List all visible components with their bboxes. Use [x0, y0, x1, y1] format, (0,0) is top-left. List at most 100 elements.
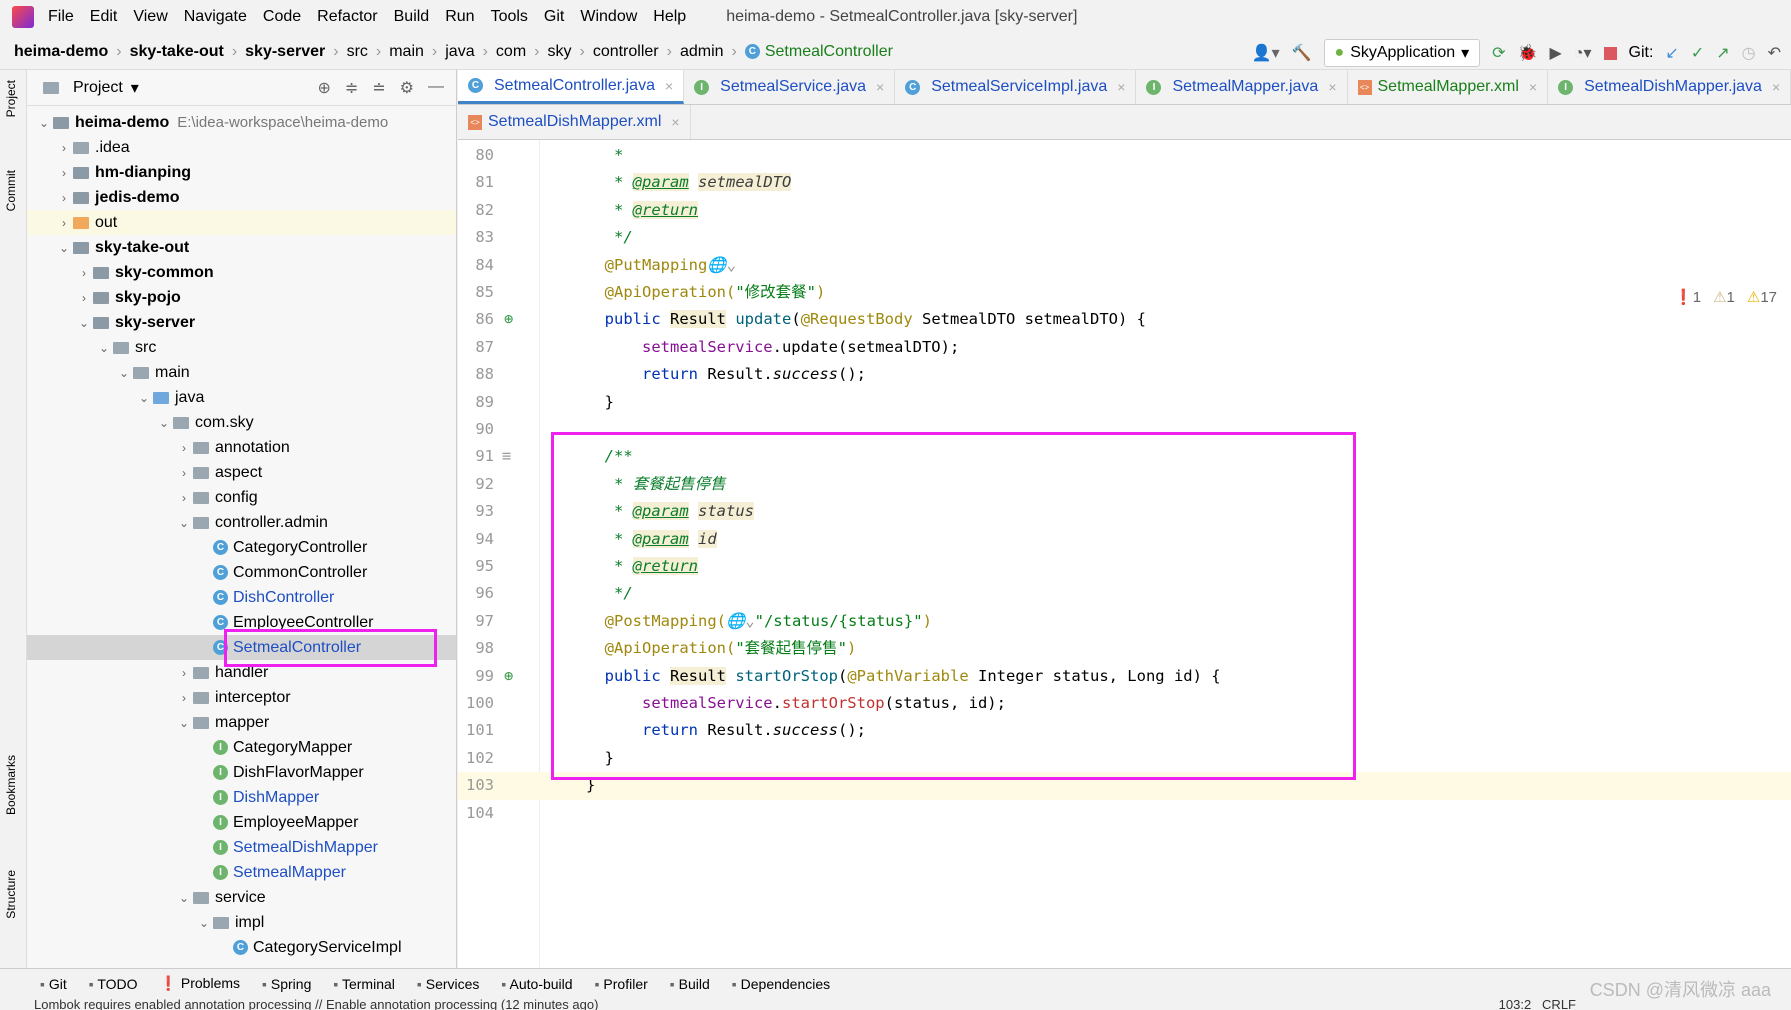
breadcrumb-item[interactable]: sky-take-out [130, 43, 224, 61]
tree-item[interactable]: I CategoryMapper [27, 735, 456, 760]
stop-icon[interactable] [1603, 46, 1617, 60]
chevron-right-icon[interactable]: › [175, 466, 193, 480]
tool-problems[interactable]: ❗ Problems [160, 975, 240, 992]
menu-window[interactable]: Window [580, 8, 637, 26]
chevron-down-icon[interactable]: ⌄ [115, 366, 133, 380]
tool-spring[interactable]: ▪ Spring [262, 976, 311, 992]
chevron-right-icon[interactable]: › [175, 666, 193, 680]
tool-auto-build[interactable]: ▪ Auto-build [501, 976, 572, 992]
breadcrumb-item[interactable]: sky [547, 43, 571, 61]
menu-code[interactable]: Code [263, 8, 301, 26]
bookmarks-tool-button[interactable]: Bookmarks [4, 755, 18, 815]
tool-profiler[interactable]: ▪ Profiler [595, 976, 648, 992]
editor-tab[interactable]: I SetmealDishMapper.java × [1548, 70, 1791, 104]
tree-item[interactable]: ⌄ main [27, 360, 456, 385]
tool-services[interactable]: ▪ Services [417, 976, 480, 992]
tree-item[interactable]: ⌄ service [27, 885, 456, 910]
chevron-right-icon[interactable]: › [175, 691, 193, 705]
tree-item[interactable]: › hm-dianping [27, 160, 456, 185]
spring-endpoint-icon[interactable]: ⊕ [504, 663, 513, 690]
tree-item[interactable]: ⌄ sky-take-out [27, 235, 456, 260]
structure-tool-button[interactable]: Structure [4, 870, 18, 919]
tree-item[interactable]: C CategoryServiceImpl [27, 935, 456, 960]
chevron-down-icon[interactable]: ⌄ [175, 716, 193, 730]
tree-item[interactable]: I EmployeeMapper [27, 810, 456, 835]
editor-tab[interactable]: C SetmealServiceImpl.java × [895, 70, 1137, 104]
gear-icon[interactable]: ⚙ [400, 78, 414, 98]
menu-run[interactable]: Run [445, 8, 474, 26]
tool-todo[interactable]: ▪ TODO [89, 976, 138, 992]
close-icon[interactable]: × [1328, 79, 1336, 95]
tree-item[interactable]: ⌄ controller.admin [27, 510, 456, 535]
chevron-down-icon[interactable]: ⌄ [135, 391, 153, 405]
tree-item[interactable]: ⌄ java [27, 385, 456, 410]
hide-icon[interactable]: — [428, 78, 444, 98]
profile-icon[interactable]: ◔▾ [1574, 43, 1592, 63]
menu-git[interactable]: Git [544, 8, 564, 26]
chevron-right-icon[interactable]: › [55, 191, 73, 205]
tool-build[interactable]: ▪ Build [670, 976, 710, 992]
tree-item[interactable]: C CategoryController [27, 535, 456, 560]
chevron-down-icon[interactable]: ⌄ [55, 241, 73, 255]
tree-item[interactable]: I DishFlavorMapper [27, 760, 456, 785]
tree-item[interactable]: › aspect [27, 460, 456, 485]
error-count[interactable]: ❗1 [1674, 288, 1701, 306]
tree-item[interactable]: › sky-pojo [27, 285, 456, 310]
inspection-widget[interactable]: ❗1 ⚠1 ⚠17 [1674, 288, 1777, 306]
tree-item[interactable]: ⌄ sky-server [27, 310, 456, 335]
menu-build[interactable]: Build [394, 8, 430, 26]
menu-view[interactable]: View [133, 8, 167, 26]
breadcrumb-item[interactable]: java [445, 43, 474, 61]
close-icon[interactable]: × [1529, 79, 1537, 95]
tree-root[interactable]: ⌄ heima-demo E:\idea-workspace\heima-demo [27, 110, 456, 135]
menu-refactor[interactable]: Refactor [317, 8, 377, 26]
git-update-icon[interactable]: ↙ [1665, 43, 1678, 63]
breadcrumb-item[interactable]: com [496, 43, 526, 61]
tree-item[interactable]: › .idea [27, 135, 456, 160]
chevron-right-icon[interactable]: › [75, 266, 93, 280]
expand-all-icon[interactable]: ≑ [345, 78, 358, 98]
tree-item[interactable]: › out [27, 210, 456, 235]
breadcrumb-item[interactable]: main [389, 43, 424, 61]
tree-item[interactable]: I DishMapper [27, 785, 456, 810]
collapse-all-icon[interactable]: ≐ [372, 78, 385, 98]
commit-tool-button[interactable]: Commit [4, 170, 18, 211]
close-icon[interactable]: × [665, 78, 673, 94]
chevron-right-icon[interactable]: › [175, 491, 193, 505]
git-push-icon[interactable]: ↗ [1716, 43, 1729, 63]
menu-edit[interactable]: Edit [90, 8, 118, 26]
tree-item[interactable]: I SetmealDishMapper [27, 835, 456, 860]
editor-tab[interactable]: I SetmealMapper.java × [1136, 70, 1348, 104]
menu-navigate[interactable]: Navigate [184, 8, 247, 26]
close-icon[interactable]: × [876, 79, 884, 95]
chevron-down-icon[interactable]: ⌄ [175, 891, 193, 905]
tree-item[interactable]: I SetmealMapper [27, 860, 456, 885]
history-icon[interactable]: ◷ [1742, 43, 1756, 63]
close-icon[interactable]: × [671, 114, 679, 130]
breadcrumb-item[interactable]: sky-server [245, 43, 325, 61]
weak-warning-count[interactable]: ⚠1 [1713, 288, 1735, 306]
project-tool-button[interactable]: Project [4, 80, 18, 117]
chevron-down-icon[interactable]: ⌄ [155, 416, 173, 430]
git-commit-icon[interactable]: ✓ [1691, 43, 1704, 63]
chevron-down-icon[interactable]: ▾ [131, 78, 139, 98]
tree-item[interactable]: › jedis-demo [27, 185, 456, 210]
chevron-right-icon[interactable]: › [75, 291, 93, 305]
chevron-right-icon[interactable]: › [55, 141, 73, 155]
chevron-down-icon[interactable]: ⌄ [75, 316, 93, 330]
status-message[interactable]: Lombok requires enabled annotation proce… [34, 998, 598, 1010]
rollback-icon[interactable]: ↶ [1768, 43, 1781, 63]
close-icon[interactable]: × [1117, 79, 1125, 95]
editor-tab[interactable]: I SetmealService.java × [684, 70, 896, 104]
tree-item[interactable]: ⌄ mapper [27, 710, 456, 735]
render-doc-icon[interactable]: ≡ [502, 443, 511, 470]
chevron-right-icon[interactable]: › [175, 441, 193, 455]
debug-icon[interactable]: 🐞 [1518, 43, 1538, 63]
run-config-select[interactable]: ● SkyApplication ▾ [1323, 39, 1481, 67]
chevron-right-icon[interactable]: › [55, 216, 73, 230]
tool-dependencies[interactable]: ▪ Dependencies [732, 976, 830, 992]
warning-count[interactable]: ⚠17 [1747, 288, 1777, 306]
breadcrumb-item[interactable]: controller [593, 43, 659, 61]
close-icon[interactable]: × [1772, 79, 1780, 95]
locate-icon[interactable]: ⊕ [317, 78, 330, 98]
